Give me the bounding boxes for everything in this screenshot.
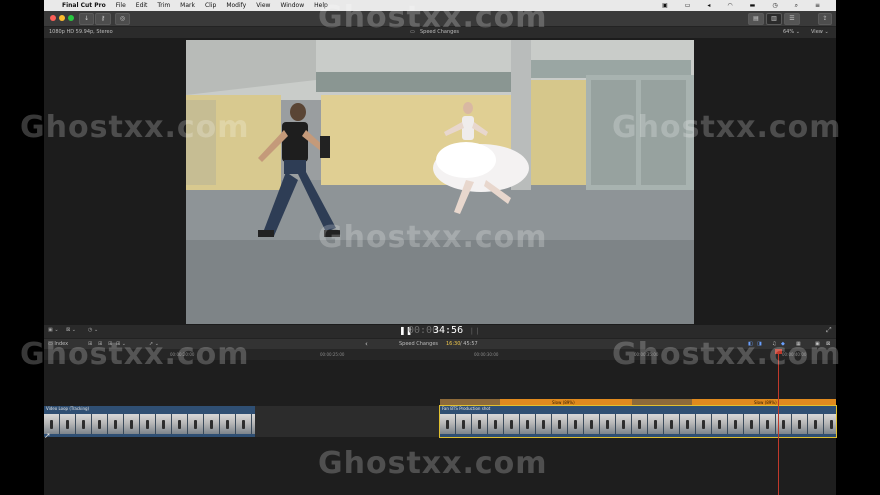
index-label: Index bbox=[54, 341, 69, 347]
video-image bbox=[186, 40, 694, 324]
mouse-cursor-icon: ➚ bbox=[44, 431, 51, 440]
timeline-toggle-button[interactable]: ▥ bbox=[766, 13, 782, 25]
ruler-tick: 00:00:40:00 bbox=[782, 352, 807, 357]
zoom-value: 64% bbox=[783, 29, 795, 35]
toolbar: ↓ ⚷ ◎ ▤ ▥ ☰ ⇪ bbox=[44, 11, 836, 27]
retime-segment-normal-2[interactable] bbox=[632, 399, 692, 406]
share-icon: ⇪ bbox=[822, 15, 828, 22]
background-tasks-button[interactable]: ◎ bbox=[115, 13, 130, 25]
timeline-icon: ▥ bbox=[771, 15, 777, 22]
speed-retime-menu[interactable]: ◷ ⌄ bbox=[88, 327, 98, 333]
browser-toggle-button[interactable]: ▤ bbox=[748, 13, 764, 25]
download-arrow-icon: ↓ bbox=[83, 15, 90, 22]
import-button[interactable]: ↓ bbox=[79, 13, 94, 25]
clip-filmstrip bbox=[440, 414, 836, 434]
viewer-header: 1080p HD 59.94p, Stereo ▭ Speed Changes … bbox=[44, 27, 836, 38]
timecode-divider: ❘❘ bbox=[469, 327, 481, 335]
minimize-window-button[interactable] bbox=[59, 15, 65, 21]
retime-bar[interactable]: Slow (89%) Slow (89%) bbox=[440, 399, 836, 406]
speed-label-2[interactable]: Slow (89%) bbox=[754, 399, 777, 406]
browser-icon: ▤ bbox=[753, 15, 759, 22]
menu-modify[interactable]: Modify bbox=[226, 0, 246, 11]
fullscreen-icon[interactable]: ⤢ bbox=[826, 326, 832, 335]
status-icon-1[interactable]: ▣ bbox=[662, 0, 668, 11]
ruler-tick: 00:00:35:00 bbox=[634, 352, 659, 357]
menu-window[interactable]: Window bbox=[280, 0, 304, 11]
transform-menu[interactable]: ⊠ ⌄ bbox=[66, 327, 76, 333]
menu-help[interactable]: Help bbox=[314, 0, 328, 11]
inspector-icon: ☰ bbox=[789, 15, 795, 22]
format-label: 1080p HD 59.94p, Stereo bbox=[49, 29, 113, 35]
menu-bar: Final Cut Pro File Edit Trim Mark Clip M… bbox=[44, 0, 836, 11]
timecode-display[interactable]: 34:56 bbox=[433, 325, 463, 336]
playhead-handle[interactable] bbox=[775, 349, 782, 354]
video-frame[interactable] bbox=[186, 40, 694, 324]
film-icon: ▭ bbox=[410, 29, 415, 35]
letterbox-left bbox=[0, 0, 44, 495]
inspector-toggle-button[interactable]: ☰ bbox=[784, 13, 800, 25]
tasks-icon: ◎ bbox=[119, 15, 126, 22]
index-icon: ▭ bbox=[48, 341, 53, 347]
timeline-clip[interactable]: Video Loop (Tracking) bbox=[44, 406, 255, 437]
menu-clip[interactable]: Clip bbox=[205, 0, 216, 11]
speed-label[interactable]: Slow (89%) bbox=[552, 399, 575, 406]
clip-filmstrip bbox=[44, 414, 255, 434]
view-menu[interactable]: View ⌄ bbox=[811, 27, 829, 38]
ruler-tick: 00:00:25:00 bbox=[320, 352, 345, 357]
menu-mark[interactable]: Mark bbox=[180, 0, 195, 11]
battery-icon[interactable]: ▬ bbox=[750, 0, 756, 11]
zoom-select[interactable]: 64% ⌄ bbox=[783, 27, 800, 38]
selected-timeline-clip[interactable]: Fan BTS Production shot bbox=[439, 405, 837, 438]
search-icon[interactable]: ⌕ bbox=[795, 0, 798, 11]
menu-trim[interactable]: Trim bbox=[157, 0, 170, 11]
menu-edit[interactable]: Edit bbox=[136, 0, 148, 11]
letterbox-right bbox=[836, 0, 880, 495]
wifi-icon[interactable]: ◠ bbox=[727, 0, 732, 11]
clip-name: Fan BTS Production shot bbox=[442, 406, 491, 411]
zoom-window-button[interactable] bbox=[68, 15, 74, 21]
view-menu-label: View bbox=[811, 29, 823, 35]
viewer-title: Speed Changes bbox=[420, 29, 460, 35]
ruler-tick: 00:00:20:00 bbox=[170, 352, 195, 357]
close-window-button[interactable] bbox=[50, 15, 56, 21]
keyword-button[interactable]: ⚷ bbox=[95, 13, 111, 25]
key-icon: ⚷ bbox=[100, 15, 106, 22]
timecode-bar: ▣ ⌄ ⊠ ⌄ ◷ ⌄ ❚❚ 00:00 34:56 ❘❘ ⤢ bbox=[44, 325, 836, 338]
share-button[interactable]: ⇪ bbox=[818, 13, 832, 25]
menu-view[interactable]: View bbox=[256, 0, 270, 11]
list-icon[interactable]: ≡ bbox=[815, 0, 820, 11]
playhead[interactable] bbox=[778, 349, 779, 495]
screen-icon[interactable]: ▭ bbox=[685, 0, 691, 11]
clock-icon[interactable]: ◷ bbox=[772, 0, 777, 11]
menu-file[interactable]: File bbox=[116, 0, 126, 11]
ruler-tick: 00:00:30:00 bbox=[474, 352, 499, 357]
menu-app-name[interactable]: Final Cut Pro bbox=[62, 0, 106, 11]
clip-name: Video Loop (Tracking) bbox=[46, 406, 90, 411]
volume-icon[interactable]: ◂ bbox=[707, 0, 710, 11]
viewer-options-menu[interactable]: ▣ ⌄ bbox=[48, 327, 59, 333]
retime-segment-normal[interactable] bbox=[440, 399, 500, 406]
